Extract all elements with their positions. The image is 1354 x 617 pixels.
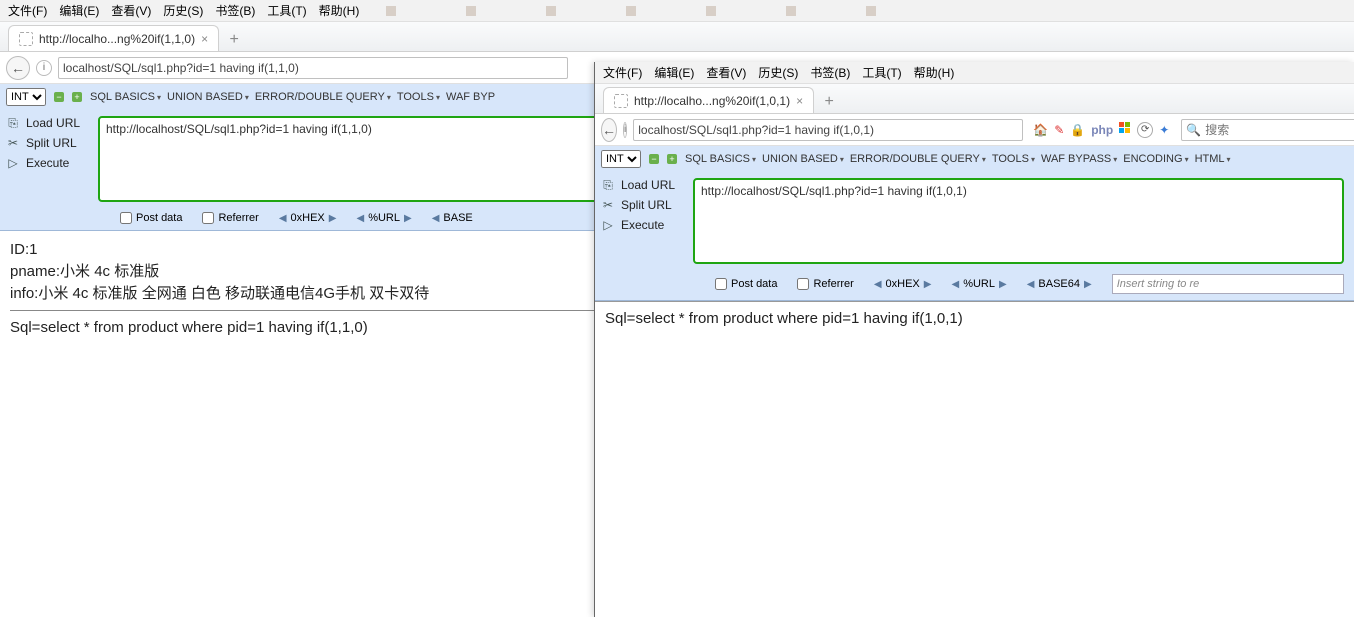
execute-button[interactable]: ▷Execute (6, 156, 90, 170)
menu-edit[interactable]: 编辑(E) (59, 2, 99, 19)
menu-view[interactable]: 查看(V) (706, 64, 746, 81)
search-input[interactable] (1205, 123, 1354, 137)
address-bar-right[interactable]: localhost/SQL/sql1.php?id=1 having if(1,… (633, 119, 1023, 141)
tab-title: http://localho...ng%20if(1,0,1) (634, 94, 790, 108)
menu-view[interactable]: 查看(V) (111, 2, 151, 19)
os-taskbar-ghosts (380, 0, 1354, 22)
menu-history[interactable]: 历史(S) (163, 2, 203, 19)
address-bar-left[interactable]: localhost/SQL/sql1.php?id=1 having if(1,… (58, 57, 568, 79)
hackbar-body-right: ⎘Load URL ✂Split URL ▷Execute http://loc… (595, 172, 1354, 270)
new-tab-button[interactable]: + (223, 29, 245, 51)
referrer-checkbox[interactable]: Referrer (202, 212, 258, 224)
referrer-checkbox[interactable]: Referrer (797, 278, 853, 290)
tab-left[interactable]: http://localho...ng%20if(1,1,0) × (8, 25, 219, 51)
tab-title: http://localho...ng%20if(1,1,0) (39, 32, 195, 46)
plus-icon[interactable]: + (667, 154, 677, 164)
load-icon: ⎘ (6, 116, 20, 130)
page-content-right: Sql=select * from product where pid=1 ha… (595, 301, 1354, 335)
address-row-right: localhost/SQL/sql1.php?id=1 having if(1,… (595, 114, 1354, 146)
encode-base[interactable]: ◀BASE (432, 212, 473, 224)
menu-file[interactable]: 文件(F) (8, 2, 47, 19)
post-data-checkbox[interactable]: Post data (715, 278, 777, 290)
menu-bookmarks[interactable]: 书签(B) (810, 64, 850, 81)
execute-icon: ▷ (601, 218, 615, 232)
encode-base64[interactable]: ◀BASE64▶ (1027, 278, 1092, 290)
execute-icon: ▷ (6, 156, 20, 170)
post-data-checkbox[interactable]: Post data (120, 212, 182, 224)
menu-bookmarks[interactable]: 书签(B) (215, 2, 255, 19)
reload-button[interactable]: ⟳ (1137, 122, 1153, 138)
menu-help[interactable]: 帮助(H) (914, 64, 955, 81)
pencil-icon[interactable]: ✎ (1054, 123, 1064, 137)
result-sql: Sql=select * from product where pid=1 ha… (605, 310, 1344, 327)
tab-strip-right: http://localho...ng%20if(1,0,1) × + (595, 84, 1354, 114)
tab-favicon (614, 94, 628, 108)
encode-url[interactable]: ◀%URL▶ (356, 212, 411, 224)
menu-tools[interactable]: 工具(T) (267, 2, 306, 19)
new-tab-button[interactable]: + (818, 91, 840, 113)
hackbar-actions-right: ⎘Load URL ✂Split URL ▷Execute (601, 178, 685, 264)
back-button[interactable] (601, 118, 617, 142)
hb-menu-waf[interactable]: WAF BYP (446, 91, 495, 103)
tab-strip-left: http://localho...ng%20if(1,1,0) × + (0, 22, 1354, 52)
tab-close-icon[interactable]: × (201, 32, 208, 46)
microsoft-icon[interactable] (1119, 122, 1131, 137)
hackbar-actions-left: ⎘Load URL ✂Split URL ▷Execute (6, 116, 90, 202)
hb-menu-tools[interactable]: TOOLS▾ (397, 91, 440, 103)
hb-menu-waf-bypass[interactable]: WAF BYPASS▾ (1041, 153, 1117, 165)
php-icon[interactable]: php (1091, 123, 1113, 137)
tab-right[interactable]: http://localho...ng%20if(1,0,1) × (603, 87, 814, 113)
load-url-button[interactable]: ⎘Load URL (6, 116, 90, 130)
lock-icon[interactable]: 🔒 (1070, 123, 1085, 137)
execute-button[interactable]: ▷Execute (601, 218, 685, 232)
load-url-button[interactable]: ⎘Load URL (601, 178, 685, 192)
menu-help[interactable]: 帮助(H) (319, 2, 360, 19)
site-info-icon[interactable] (36, 60, 52, 76)
addr-icons-right: 🏠 ✎ 🔒 php ⟳ ✦ (1033, 122, 1169, 138)
hb-menu-tools[interactable]: TOOLS▾ (992, 153, 1035, 165)
minus-icon[interactable]: − (649, 154, 659, 164)
int-select[interactable]: INT (6, 88, 46, 106)
menu-history[interactable]: 历史(S) (758, 64, 798, 81)
hackbar-right: INT − + SQL BASICS▾ UNION BASED▾ ERROR/D… (595, 146, 1354, 301)
hb-menu-error-double[interactable]: ERROR/DOUBLE QUERY▾ (255, 91, 391, 103)
menu-bar-right: 文件(F) 编辑(E) 查看(V) 历史(S) 书签(B) 工具(T) 帮助(H… (595, 62, 1354, 84)
split-url-button[interactable]: ✂Split URL (6, 136, 90, 150)
hb-menu-sql-basics[interactable]: SQL BASICS▾ (685, 153, 756, 165)
hb-menu-union-based[interactable]: UNION BASED▾ (167, 91, 249, 103)
browser-window-right: 文件(F) 编辑(E) 查看(V) 历史(S) 书签(B) 工具(T) 帮助(H… (594, 62, 1354, 617)
encode-0xhex[interactable]: ◀0xHEX▶ (279, 212, 337, 224)
split-icon: ✂ (601, 198, 615, 212)
hackbar-url-input-right[interactable]: http://localhost/SQL/sql1.php?id=1 havin… (693, 178, 1344, 264)
site-info-icon[interactable] (623, 122, 627, 138)
hb-menu-union-based[interactable]: UNION BASED▾ (762, 153, 844, 165)
encode-url[interactable]: ◀%URL▶ (951, 278, 1006, 290)
tab-close-icon[interactable]: × (796, 94, 803, 108)
split-icon: ✂ (6, 136, 20, 150)
plus-icon[interactable]: + (72, 92, 82, 102)
menu-edit[interactable]: 编辑(E) (654, 64, 694, 81)
minus-icon[interactable]: − (54, 92, 64, 102)
search-icon: 🔍 (1186, 123, 1201, 137)
sparkle-icon[interactable]: ✦ (1159, 123, 1169, 137)
load-icon: ⎘ (601, 178, 615, 192)
hackbar-footer-right: Post data Referrer ◀0xHEX▶ ◀%URL▶ ◀BASE6… (595, 270, 1354, 300)
hb-menu-error-double[interactable]: ERROR/DOUBLE QUERY▾ (850, 153, 986, 165)
tab-favicon (19, 32, 33, 46)
hb-menu-sql-basics[interactable]: SQL BASICS▾ (90, 91, 161, 103)
menu-tools[interactable]: 工具(T) (862, 64, 901, 81)
encode-0xhex[interactable]: ◀0xHEX▶ (874, 278, 932, 290)
search-box[interactable]: 🔍 (1181, 119, 1354, 141)
hb-menu-encoding[interactable]: ENCODING▾ (1123, 153, 1188, 165)
hackbar-toolbar-right: INT − + SQL BASICS▾ UNION BASED▾ ERROR/D… (595, 146, 1354, 172)
back-button[interactable] (6, 56, 30, 80)
hb-menu-html[interactable]: HTML▾ (1195, 153, 1231, 165)
menu-file[interactable]: 文件(F) (603, 64, 642, 81)
split-url-button[interactable]: ✂Split URL (601, 198, 685, 212)
menu-bar-left: 文件(F) 编辑(E) 查看(V) 历史(S) 书签(B) 工具(T) 帮助(H… (0, 0, 1354, 22)
insert-string-input[interactable]: Insert string to re (1112, 274, 1344, 294)
int-select[interactable]: INT (601, 150, 641, 168)
home-icon[interactable]: 🏠 (1033, 123, 1048, 137)
